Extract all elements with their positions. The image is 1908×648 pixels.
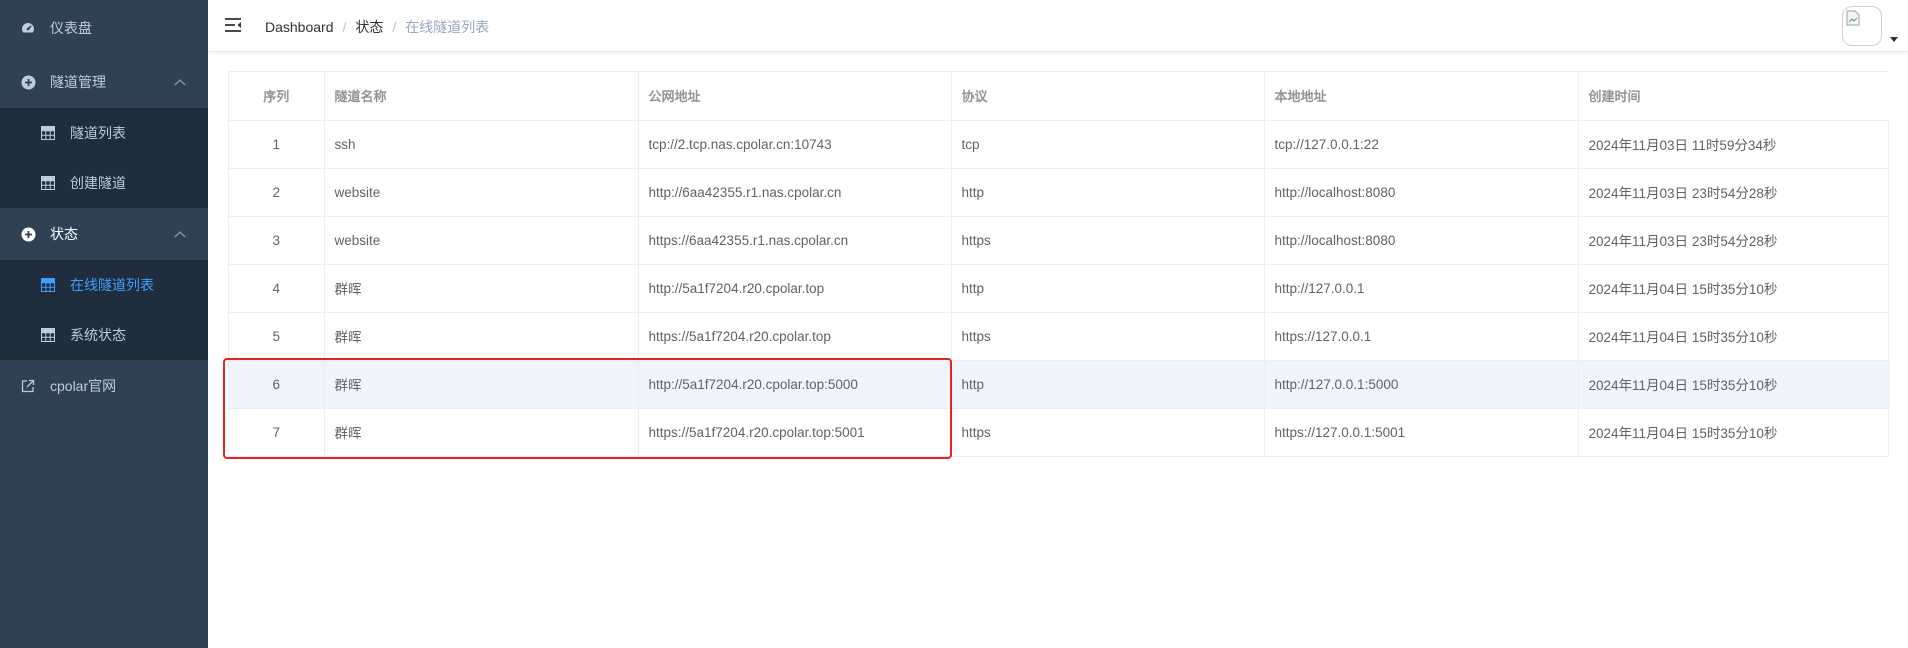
- cell-local-address: http://127.0.0.1:5000: [1264, 360, 1579, 409]
- cell-local-address: http://localhost:8080: [1264, 168, 1579, 217]
- grid-icon: [40, 327, 56, 343]
- breadcrumb: Dashboard / 状态 / 在线隧道列表: [265, 17, 489, 37]
- menu-tunnel-list[interactable]: 隧道列表: [0, 108, 208, 158]
- menu-system-status-label: 系统状态: [70, 327, 126, 343]
- cell-created-time: 2024年11月04日 15时35分10秒: [1588, 426, 1778, 442]
- chevron-up-icon: [174, 79, 186, 86]
- cell-created-time: 2024年11月04日 15时35分10秒: [1578, 312, 1890, 361]
- avatar[interactable]: [1842, 6, 1882, 46]
- header-index: 序列: [229, 72, 325, 121]
- cell-protocol: http: [951, 168, 1265, 217]
- header-tunnel-name: 隧道名称: [324, 72, 639, 121]
- cell-local-address: http://localhost:8080: [1264, 216, 1579, 265]
- cell-local-address: tcp://127.0.0.1:22: [1264, 120, 1579, 169]
- menu-status[interactable]: 状态: [0, 208, 208, 260]
- cell-protocol: tcp: [951, 120, 1265, 169]
- sidebar: 仪表盘 隧道管理 隧道列表 创建隧道 状态 在线隧道列表 系统状态 cpolar…: [0, 0, 208, 648]
- plus-circle-icon: [20, 226, 36, 242]
- cell-tunnel-name: 群晖: [324, 360, 639, 409]
- external-link-icon: [20, 378, 36, 394]
- menu-cpolar-official[interactable]: cpolar官网: [0, 360, 208, 412]
- table-header-row: 序列 隧道名称 公网地址 协议 本地地址 创建时间: [229, 72, 1890, 121]
- grid-icon: [40, 175, 56, 191]
- cell-local-address: http://127.0.0.1: [1264, 264, 1579, 313]
- menu-tunnel-mgmt[interactable]: 隧道管理: [0, 56, 208, 108]
- table-row[interactable]: 3 website https://6aa42355.r1.nas.cpolar…: [229, 216, 1890, 265]
- cell-local-address: https://127.0.0.1: [1264, 312, 1579, 361]
- menu-create-tunnel-label: 创建隧道: [70, 175, 126, 191]
- speedometer-icon: [20, 20, 36, 36]
- cell-public-address: https://5a1f7204.r20.cpolar.top:5001: [638, 408, 952, 456]
- cell-tunnel-name: 群晖: [324, 264, 639, 313]
- menu-tunnel-mgmt-label: 隧道管理: [50, 74, 106, 90]
- navbar: Dashboard / 状态 / 在线隧道列表: [208, 0, 1908, 52]
- cell-index: 2: [229, 168, 325, 217]
- table-row[interactable]: 5 群晖 https://5a1f7204.r20.cpolar.top htt…: [229, 312, 1890, 361]
- table-row[interactable]: 7 群晖 https://5a1f7204.r20.cpolar.top:500…: [229, 408, 1890, 456]
- cell-public-address: http://5a1f7204.r20.cpolar.top: [638, 264, 952, 313]
- cell-tunnel-name: website: [324, 216, 639, 265]
- breadcrumb-separator: /: [392, 19, 397, 35]
- header-public-address: 公网地址: [638, 72, 952, 121]
- broken-image-icon: [1846, 10, 1860, 26]
- header-created-time: 创建时间: [1578, 72, 1890, 121]
- cell-index: 7: [229, 408, 325, 456]
- header-protocol: 协议: [951, 72, 1265, 121]
- cell-public-address: http://5a1f7204.r20.cpolar.top:5000: [638, 360, 952, 409]
- cell-protocol: https: [951, 216, 1265, 265]
- menu-tunnel-list-label: 隧道列表: [70, 125, 126, 141]
- grid-icon: [40, 125, 56, 141]
- cell-protocol: https: [951, 312, 1265, 361]
- cell-tunnel-name: 群晖: [324, 408, 639, 456]
- grid-icon: [40, 277, 56, 293]
- cell-index: 4: [229, 264, 325, 313]
- plus-circle-icon: [20, 74, 36, 90]
- cell-tunnel-name: 群晖: [324, 312, 639, 361]
- breadcrumb-status: 状态: [355, 19, 384, 35]
- cell-created-time: 2024年11月04日 15时35分10秒: [1578, 360, 1890, 409]
- cell-created-time: 2024年11月03日 11时59分34秒: [1578, 120, 1890, 169]
- menu-dashboard[interactable]: 仪表盘: [0, 0, 208, 56]
- user-menu[interactable]: [1842, 6, 1898, 46]
- breadcrumb-current: 在线隧道列表: [405, 19, 490, 35]
- hamburger-icon[interactable]: [224, 16, 242, 34]
- cell-public-address: https://5a1f7204.r20.cpolar.top: [638, 312, 952, 361]
- cell-public-address: https://6aa42355.r1.nas.cpolar.cn: [638, 216, 952, 265]
- cell-index: 5: [229, 312, 325, 361]
- cell-index: 3: [229, 216, 325, 265]
- cell-created-time: 2024年11月03日 23时54分28秒: [1578, 216, 1890, 265]
- chevron-up-icon: [174, 231, 186, 238]
- menu-create-tunnel[interactable]: 创建隧道: [0, 158, 208, 208]
- caret-down-icon: [1890, 37, 1898, 42]
- header-local-address: 本地地址: [1264, 72, 1579, 121]
- table-row[interactable]: 2 website http://6aa42355.r1.nas.cpolar.…: [229, 168, 1890, 217]
- menu-online-tunnel-list-label: 在线隧道列表: [70, 277, 154, 293]
- cell-index: 1: [229, 120, 325, 169]
- cell-protocol: http: [951, 264, 1265, 313]
- tunnel-table: 序列 隧道名称 公网地址 协议 本地地址 创建时间 1 ssh tcp://2.…: [228, 71, 1890, 457]
- submenu-status: 在线隧道列表 系统状态: [0, 260, 208, 360]
- cell-created-time: 2024年11月03日 23时54分28秒: [1578, 168, 1890, 217]
- cell-created-time: 2024年11月04日 15时35分10秒: [1578, 264, 1890, 313]
- cell-protocol: https: [951, 408, 1265, 456]
- cell-public-address: http://6aa42355.r1.nas.cpolar.cn: [638, 168, 952, 217]
- menu-system-status[interactable]: 系统状态: [0, 310, 208, 360]
- breadcrumb-dashboard[interactable]: Dashboard: [265, 19, 334, 35]
- submenu-tunnel-mgmt: 隧道列表 创建隧道: [0, 108, 208, 208]
- cell-protocol: http: [951, 360, 1265, 409]
- cell-local-address: https://127.0.0.1:5001: [1264, 408, 1579, 456]
- menu-cpolar-official-label: cpolar官网: [50, 378, 117, 394]
- table-row[interactable]: 1 ssh tcp://2.tcp.nas.cpolar.cn:10743 tc…: [229, 120, 1890, 169]
- cell-index: 6: [229, 360, 325, 409]
- table-row[interactable]: 4 群晖 http://5a1f7204.r20.cpolar.top http…: [229, 264, 1890, 313]
- menu-dashboard-label: 仪表盘: [50, 20, 92, 36]
- breadcrumb-separator: /: [342, 19, 347, 35]
- cell-public-address: tcp://2.tcp.nas.cpolar.cn:10743: [638, 120, 952, 169]
- menu-status-label: 状态: [50, 226, 78, 242]
- cell-tunnel-name: website: [324, 168, 639, 217]
- menu-online-tunnel-list[interactable]: 在线隧道列表: [0, 260, 208, 310]
- table-row[interactable]: 6 群晖 http://5a1f7204.r20.cpolar.top:5000…: [229, 360, 1890, 409]
- cell-tunnel-name: ssh: [324, 120, 639, 169]
